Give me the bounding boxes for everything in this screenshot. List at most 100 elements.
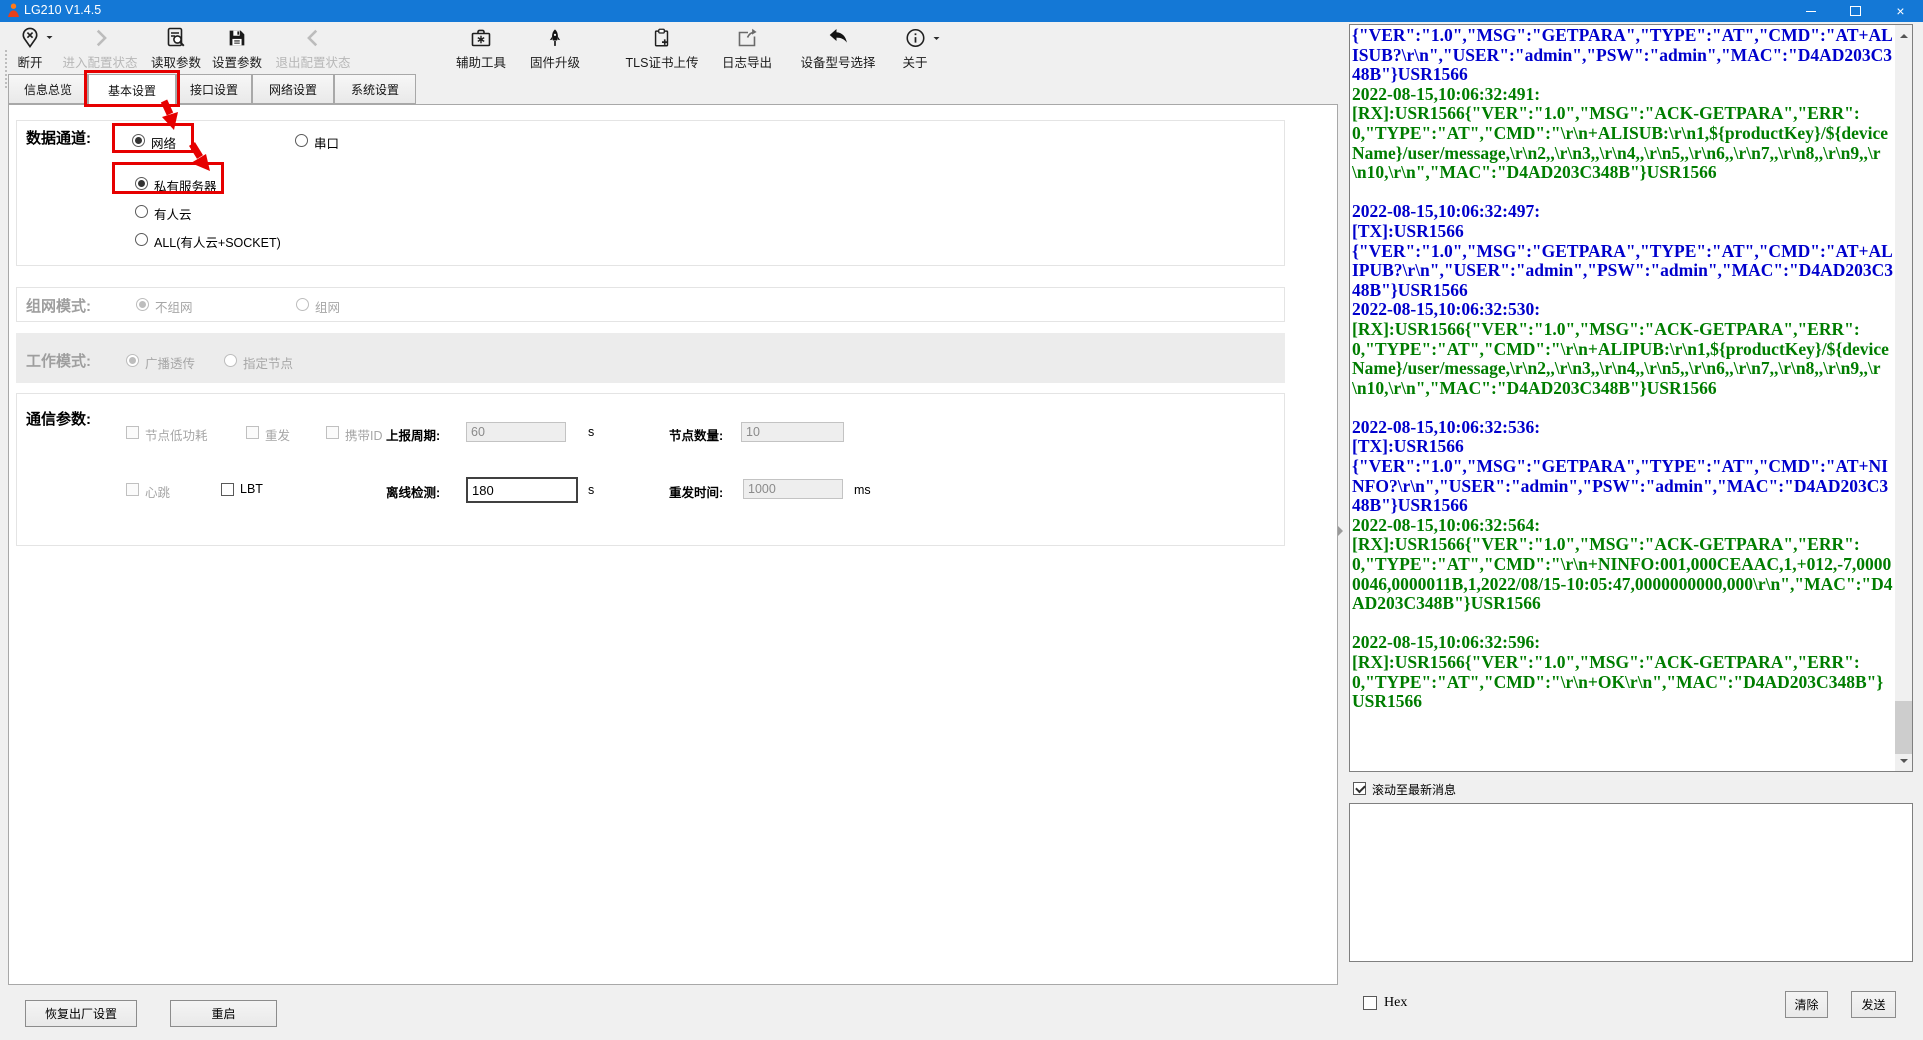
toolbar-item-label: 设置参数 bbox=[212, 52, 262, 71]
tab-label: 网络设置 bbox=[269, 81, 317, 98]
radio-no-mesh-label: 不组网 bbox=[155, 297, 193, 316]
radio-all[interactable] bbox=[135, 233, 148, 246]
title-bar: LG210 V1.4.5 × bbox=[0, 0, 1923, 22]
save-params-icon bbox=[226, 25, 248, 51]
toolbar-log-export-button[interactable]: 日志导出 bbox=[722, 25, 772, 71]
node-count-label: 节点数量: bbox=[669, 425, 723, 444]
checkbox-carry-id-label: 携带ID bbox=[345, 425, 383, 444]
offline-detect-input[interactable] bbox=[466, 477, 578, 503]
report-period-unit: s bbox=[588, 425, 594, 439]
retry-time-input bbox=[743, 479, 843, 499]
retry-time-label: 重发时间: bbox=[669, 482, 723, 501]
close-icon: × bbox=[1896, 4, 1904, 18]
about-dropdown-caret-icon[interactable] bbox=[933, 37, 939, 43]
app-logo-icon bbox=[7, 3, 20, 23]
disconnect-dropdown-caret-icon[interactable] bbox=[46, 36, 52, 42]
checkbox-resend-label: 重发 bbox=[265, 425, 290, 444]
tab-label: 信息总览 bbox=[24, 81, 72, 98]
checkbox-carry-id bbox=[326, 426, 339, 439]
toolbar-item-label: 进入配置状态 bbox=[62, 52, 137, 71]
autoscroll-checkbox[interactable] bbox=[1353, 782, 1366, 795]
radio-serial-label[interactable]: 串口 bbox=[314, 133, 339, 152]
toolbar-item-label: 日志导出 bbox=[722, 52, 772, 71]
tab-label: 基本设置 bbox=[108, 82, 156, 99]
toolbar-disconnect-button[interactable]: 断开 bbox=[17, 25, 42, 71]
scrollbar-thumb[interactable] bbox=[1895, 701, 1912, 755]
radio-network-label[interactable]: 网络 bbox=[151, 133, 176, 152]
tab-system-settings[interactable]: 系统设置 bbox=[334, 74, 416, 104]
offline-detect-unit: s bbox=[588, 483, 594, 497]
toolbar-item-label: 固件升级 bbox=[530, 52, 580, 71]
reboot-button[interactable]: 重启 bbox=[170, 1000, 277, 1027]
toolbar-read-params-button[interactable]: 读取参数 bbox=[151, 25, 201, 71]
clear-button[interactable]: 清除 bbox=[1785, 991, 1828, 1018]
send-input[interactable] bbox=[1350, 804, 1912, 961]
certificate-upload-icon bbox=[651, 25, 673, 51]
pin-disconnect-icon bbox=[18, 25, 41, 51]
device-model-icon bbox=[826, 25, 850, 51]
scroll-down-icon[interactable] bbox=[1895, 754, 1912, 771]
radio-mesh-label: 组网 bbox=[315, 297, 340, 316]
toolbar-item-label: 关于 bbox=[902, 52, 927, 71]
reboot-label: 重启 bbox=[211, 1005, 235, 1022]
toolbar-tls-cert-upload-button[interactable]: TLS证书上传 bbox=[626, 25, 699, 71]
app-window: LG210 V1.4.5 × 断开 进入配置状态 读取参数 bbox=[0, 0, 1923, 1040]
toolbar-about-button[interactable]: 关于 bbox=[902, 25, 927, 71]
autoscroll-label[interactable]: 滚动至最新消息 bbox=[1372, 781, 1456, 798]
radio-broadcast-label: 广播透传 bbox=[145, 353, 195, 372]
network-mode-label: 组网模式: bbox=[26, 295, 91, 316]
checkbox-lbt-label[interactable]: LBT bbox=[240, 482, 263, 496]
hex-checkbox[interactable] bbox=[1363, 996, 1377, 1010]
report-period-input bbox=[466, 422, 566, 442]
tab-basic-settings[interactable]: 基本设置 bbox=[88, 74, 176, 106]
minimize-button[interactable] bbox=[1788, 0, 1833, 22]
toolbox-icon bbox=[469, 25, 493, 51]
panel-splitter-handle[interactable] bbox=[1338, 516, 1347, 546]
minimize-icon bbox=[1806, 11, 1816, 12]
tab-label: 接口设置 bbox=[190, 81, 238, 98]
toolbar-aux-tools-button[interactable]: 辅助工具 bbox=[456, 25, 506, 71]
scroll-up-icon[interactable] bbox=[1895, 25, 1912, 42]
factory-reset-label: 恢复出厂设置 bbox=[45, 1005, 117, 1022]
info-icon bbox=[904, 25, 926, 51]
tab-network-settings[interactable]: 网络设置 bbox=[252, 74, 334, 104]
checkbox-heartbeat-label: 心跳 bbox=[145, 482, 170, 501]
checkbox-lbt[interactable] bbox=[221, 483, 234, 496]
splitter-arrow-icon bbox=[1338, 526, 1348, 536]
hex-label[interactable]: Hex bbox=[1384, 995, 1407, 1011]
toolbar-set-params-button[interactable]: 设置参数 bbox=[212, 25, 262, 71]
rocket-icon bbox=[545, 25, 565, 51]
checkbox-resend bbox=[246, 426, 259, 439]
checkbox-heartbeat bbox=[126, 483, 139, 496]
toolbar-item-label: 辅助工具 bbox=[456, 52, 506, 71]
radio-serial[interactable] bbox=[295, 134, 308, 147]
radio-network[interactable] bbox=[132, 134, 145, 147]
log-scrollbar[interactable] bbox=[1895, 25, 1912, 771]
tab-interface-settings[interactable]: 接口设置 bbox=[176, 74, 252, 104]
factory-reset-button[interactable]: 恢复出厂设置 bbox=[25, 1000, 137, 1027]
checkbox-low-power bbox=[126, 426, 139, 439]
log-output-box[interactable]: {"VER":"1.0","MSG":"GETPARA","TYPE":"AT"… bbox=[1349, 24, 1913, 772]
toolbar-firmware-upgrade-button[interactable]: 固件升级 bbox=[530, 25, 580, 71]
toolbar-item-label: TLS证书上传 bbox=[626, 52, 699, 71]
work-mode-section bbox=[16, 333, 1285, 383]
toolbar-enter-config-button: 进入配置状态 bbox=[62, 25, 137, 71]
send-message-box bbox=[1349, 803, 1913, 962]
radio-all-label[interactable]: ALL(有人云+SOCKET) bbox=[154, 232, 281, 251]
radio-usr-cloud-label[interactable]: 有人云 bbox=[154, 204, 192, 223]
radio-usr-cloud[interactable] bbox=[135, 205, 148, 218]
maximize-icon bbox=[1850, 6, 1861, 16]
radio-private-server-label[interactable]: 私有服务器 bbox=[154, 176, 217, 195]
read-params-icon bbox=[164, 25, 188, 51]
radio-private-server[interactable] bbox=[135, 177, 148, 190]
basic-settings-panel: 数据通道: 网络 串口 私有服务器 有人云 ALL(有人云+SOCKET) 组网… bbox=[8, 104, 1338, 985]
toolbar-item-label: 读取参数 bbox=[151, 52, 201, 71]
radio-mesh bbox=[296, 298, 309, 311]
log-text[interactable]: {"VER":"1.0","MSG":"GETPARA","TYPE":"AT"… bbox=[1352, 26, 1893, 770]
maximize-button[interactable] bbox=[1833, 0, 1878, 22]
send-button[interactable]: 发送 bbox=[1851, 991, 1896, 1018]
comm-params-section bbox=[16, 393, 1285, 546]
close-button[interactable]: × bbox=[1878, 0, 1923, 22]
tab-info-overview[interactable]: 信息总览 bbox=[8, 74, 88, 104]
toolbar-device-model-button[interactable]: 设备型号选择 bbox=[800, 25, 875, 71]
